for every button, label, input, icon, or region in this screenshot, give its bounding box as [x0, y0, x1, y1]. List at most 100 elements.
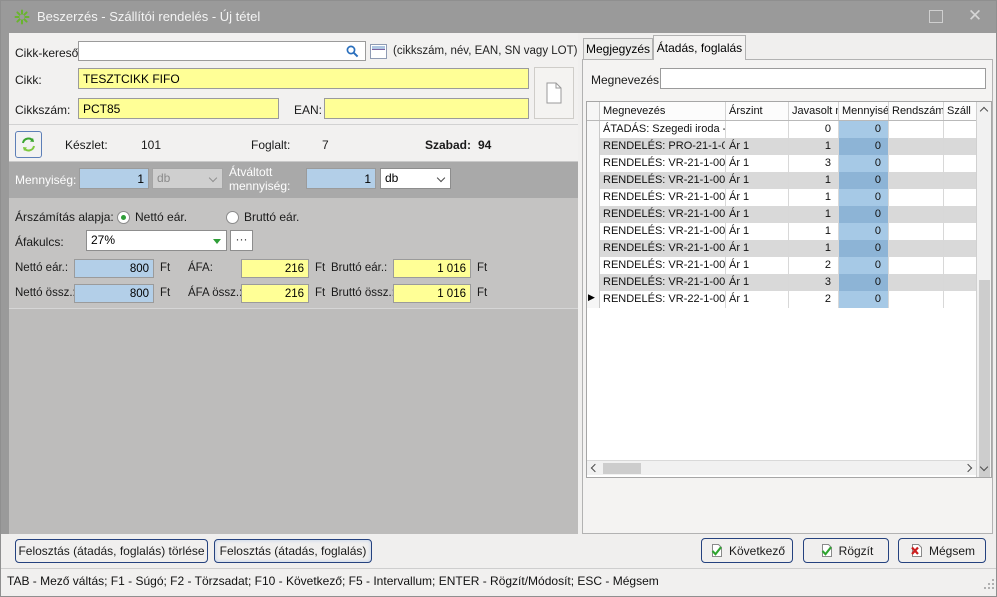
table-row[interactable]: ▶RENDELÉS: VR-22-1-00005Ár 120: [587, 291, 976, 308]
browse-window-icon[interactable]: [370, 44, 387, 59]
refresh-stock-button[interactable]: [15, 131, 42, 158]
row-marker: [587, 138, 600, 155]
cell-szallito: [944, 274, 975, 291]
brutto-ossz-input[interactable]: [393, 284, 471, 303]
app-icon: [14, 9, 30, 25]
clear-split-button[interactable]: Felosztás (átadás, foglalás) törlése: [15, 539, 208, 563]
next-button[interactable]: Következő: [701, 538, 793, 563]
new-document-button[interactable]: [534, 67, 574, 119]
row-marker: [587, 172, 600, 189]
col-szallito[interactable]: Száll: [944, 102, 975, 120]
table-row[interactable]: RENDELÉS: VR-21-1-00011Ár 110: [587, 240, 976, 257]
cell-mennyiseg[interactable]: 0: [839, 138, 889, 155]
cell-megnevezes: RENDELÉS: VR-21-1-00011: [600, 223, 726, 240]
vat-more-button[interactable]: ···: [230, 230, 253, 251]
table-row[interactable]: ÁTADÁS: Szegedi iroda - Á00: [587, 121, 976, 138]
table-row[interactable]: RENDELÉS: VR-21-1-00011Ár 110: [587, 206, 976, 223]
keszlet-value: 101: [141, 138, 161, 152]
vscroll-thumb[interactable]: [979, 280, 990, 478]
dialog-window: Beszerzés - Szállítói rendelés - Új téte…: [0, 0, 997, 597]
tab-megjegyzes[interactable]: Megjegyzés: [583, 38, 653, 60]
col-arszint[interactable]: Árszint: [726, 102, 789, 120]
cell-szallito: [944, 206, 975, 223]
split-button[interactable]: Felosztás (átadás, foglalás): [214, 539, 372, 563]
cell-mennyiseg[interactable]: 0: [839, 223, 889, 240]
row-marker: [587, 206, 600, 223]
netto-ear-input[interactable]: [74, 259, 154, 278]
table-row[interactable]: RENDELÉS: VR-21-1-00011Ár 110: [587, 223, 976, 240]
col-rendszam[interactable]: Rendszám: [889, 102, 944, 120]
tab-atadas-foglalas[interactable]: Átadás, foglalás: [653, 35, 746, 60]
table-row[interactable]: RENDELÉS: VR-21-1-00009Ár 110: [587, 172, 976, 189]
scroll-left-icon[interactable]: [591, 464, 599, 472]
cell-javasolt: 1: [789, 223, 839, 240]
cell-mennyiseg[interactable]: 0: [839, 257, 889, 274]
brutto-ear-input[interactable]: [393, 259, 471, 278]
table-row[interactable]: RENDELÉS: VR-21-1-00012Ár 130: [587, 274, 976, 291]
cell-mennyiseg[interactable]: 0: [839, 240, 889, 257]
afa-input[interactable]: [241, 259, 309, 278]
cell-szallito: [944, 240, 975, 257]
row-marker: [587, 240, 600, 257]
vat-combo[interactable]: 27%: [86, 230, 227, 251]
price-basis-label: Árszámítás alapja:: [15, 210, 114, 224]
col-megnevezes[interactable]: Megnevezés: [600, 102, 726, 120]
cancel-button[interactable]: Mégsem: [898, 538, 986, 563]
save-button[interactable]: Rögzít: [803, 538, 889, 563]
cell-mennyiseg[interactable]: 0: [839, 172, 889, 189]
cell-szallito: [944, 257, 975, 274]
dropdown-arrow-icon: [213, 239, 221, 244]
resize-grip[interactable]: [984, 579, 994, 589]
table-row[interactable]: RENDELÉS: VR-21-1-00011Ár 110: [587, 189, 976, 206]
hscroll-thumb[interactable]: [603, 463, 641, 474]
cikkszam-label: Cikkszám:: [15, 103, 70, 117]
cell-javasolt: 1: [789, 138, 839, 155]
horizontal-scrollbar[interactable]: [587, 460, 976, 475]
maximize-button[interactable]: [929, 10, 943, 23]
scroll-up-icon[interactable]: [980, 107, 988, 115]
cell-mennyiseg[interactable]: 0: [839, 121, 889, 138]
ean-field[interactable]: [324, 98, 529, 119]
search-icon[interactable]: [345, 44, 360, 64]
table-row[interactable]: RENDELÉS: VR-21-1-00012Ár 120: [587, 257, 976, 274]
check-page-icon: [819, 543, 834, 558]
cikk-field[interactable]: [78, 68, 529, 89]
col-marker: [587, 102, 600, 120]
cell-mennyiseg[interactable]: 0: [839, 155, 889, 172]
converted-unit-combo[interactable]: db: [380, 168, 451, 189]
search-input[interactable]: [78, 41, 366, 61]
vertical-scrollbar[interactable]: [976, 102, 991, 477]
netto-ossz-input[interactable]: [74, 284, 154, 303]
megnevezes-input[interactable]: [660, 68, 986, 89]
cell-mennyiseg[interactable]: 0: [839, 189, 889, 206]
col-javasolt[interactable]: Javasolt m: [789, 102, 839, 120]
cell-mennyiseg[interactable]: 0: [839, 206, 889, 223]
cell-megnevezes: RENDELÉS: VR-21-1-00012: [600, 257, 726, 274]
unit-ft: Ft: [477, 262, 487, 274]
brutto-ossz-label: Bruttó össz.:: [331, 287, 395, 299]
cell-rendszam: [889, 138, 944, 155]
allocation-grid[interactable]: Megnevezés Árszint Javasolt m Mennyiség …: [586, 101, 992, 478]
quantity-input[interactable]: [79, 168, 149, 189]
cell-mennyiseg[interactable]: 0: [839, 291, 889, 308]
table-row[interactable]: RENDELÉS: VR-21-1-00008Ár 130: [587, 155, 976, 172]
cell-javasolt: 1: [789, 240, 839, 257]
table-row[interactable]: RENDELÉS: PRO-21-1-000Ár 110: [587, 138, 976, 155]
status-bar: TAB - Mező váltás; F1 - Súgó; F2 - Törzs…: [1, 568, 997, 593]
cikkszam-field[interactable]: [78, 98, 279, 119]
left-edge: [1, 33, 9, 534]
radio-brutto[interactable]: [226, 211, 239, 224]
unit-ft: Ft: [315, 287, 325, 299]
keszlet-label: Készlet:: [65, 138, 108, 152]
afa-ossz-label: ÁFA össz.:: [188, 287, 242, 299]
title-bar[interactable]: Beszerzés - Szállítói rendelés - Új téte…: [1, 1, 997, 33]
cell-mennyiseg[interactable]: 0: [839, 274, 889, 291]
grid-header: Megnevezés Árszint Javasolt m Mennyiség …: [587, 102, 976, 121]
close-button[interactable]: ✕: [964, 5, 986, 27]
col-mennyiseg[interactable]: Mennyiség: [839, 102, 889, 120]
scroll-right-icon[interactable]: [964, 464, 972, 472]
converted-quantity-input[interactable]: [306, 168, 376, 189]
radio-netto[interactable]: [117, 211, 130, 224]
afa-ossz-input[interactable]: [241, 284, 309, 303]
row-marker: [587, 274, 600, 291]
